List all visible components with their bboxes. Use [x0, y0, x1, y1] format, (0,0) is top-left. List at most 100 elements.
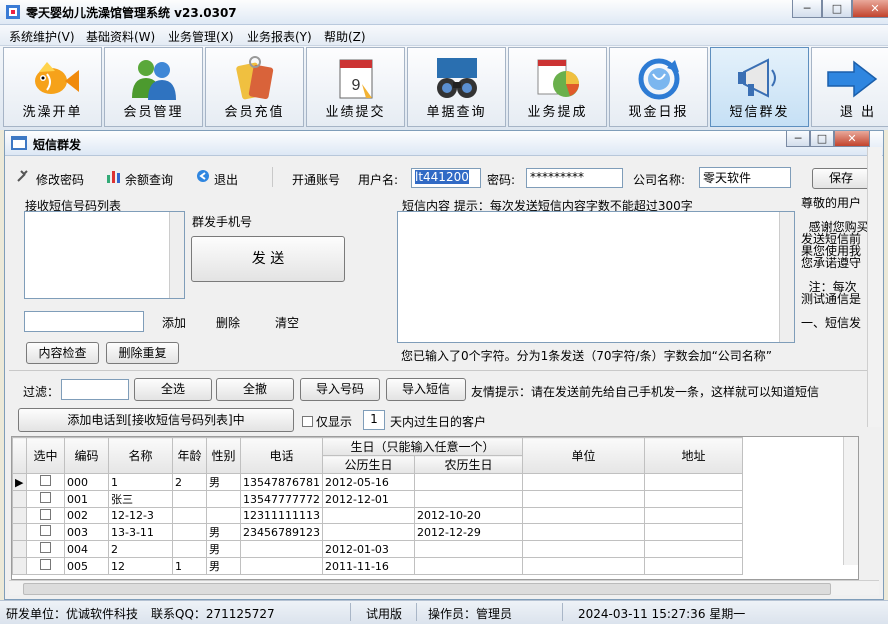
- table-row[interactable]: 003 13-3-11 男 23456789123 2012-12-29: [12, 523, 743, 541]
- cell-code: 002: [64, 507, 109, 524]
- users-icon: [131, 60, 176, 100]
- send-button[interactable]: 发 送: [191, 236, 345, 282]
- cell-age: [172, 540, 207, 558]
- toolbar-sms-broadcast[interactable]: 短信群发: [710, 47, 809, 127]
- delete-duplicates-button[interactable]: 删除重复: [106, 342, 179, 364]
- cell-solar: 2012-01-03: [321, 540, 415, 558]
- cell-age: [172, 523, 207, 541]
- content-check-button[interactable]: 内容检查: [26, 342, 99, 364]
- toolbar-member-manage[interactable]: 会员管理: [104, 47, 203, 127]
- cell-gender: [206, 507, 241, 524]
- table-row[interactable]: 004 2 男 2012-01-03: [12, 540, 743, 558]
- menu-basic-data[interactable]: 基础资料(W): [86, 28, 155, 45]
- col-gender[interactable]: 性别: [206, 437, 241, 474]
- import-sms-button[interactable]: 导入短信: [386, 378, 466, 401]
- row-indicator-header: [12, 437, 27, 474]
- receive-number-list[interactable]: [24, 211, 185, 299]
- menu-reports[interactable]: 业务报表(Y): [247, 28, 312, 45]
- save-button[interactable]: 保存: [812, 168, 870, 189]
- username-input[interactable]: lt441200: [411, 168, 481, 188]
- password-input[interactable]: *********: [526, 168, 623, 188]
- col-unit[interactable]: 单位: [521, 437, 645, 474]
- minimize-button[interactable]: ─: [792, 0, 822, 18]
- close-button[interactable]: ✕: [852, 0, 888, 18]
- col-lunar-birthday[interactable]: 农历生日: [413, 455, 523, 474]
- child-minimize-button[interactable]: ─: [786, 131, 810, 147]
- change-password-button[interactable]: 修改密码: [36, 171, 84, 188]
- toolbar-performance-submit[interactable]: 9 业绩提交: [306, 47, 405, 127]
- col-solar-birthday[interactable]: 公历生日: [321, 455, 415, 474]
- col-age[interactable]: 年龄: [172, 437, 207, 474]
- days-input[interactable]: 1: [363, 410, 385, 430]
- col-address[interactable]: 地址: [643, 437, 743, 474]
- import-numbers-button[interactable]: 导入号码: [300, 378, 380, 401]
- toolbar-commission[interactable]: 业务提成: [508, 47, 607, 127]
- scrollbar-thumb[interactable]: [23, 583, 831, 595]
- row-checkbox[interactable]: [26, 490, 65, 508]
- list-scrollbar[interactable]: [169, 212, 184, 298]
- add-to-receive-list-button[interactable]: 添加电话到[接收短信号码列表]中: [18, 408, 294, 432]
- row-checkbox[interactable]: [26, 507, 65, 524]
- section-divider: [9, 370, 867, 371]
- balance-query-button[interactable]: 余额查询: [125, 171, 173, 188]
- exit-button[interactable]: 退出: [214, 171, 238, 188]
- toolbar-document-query[interactable]: 单据查询: [407, 47, 506, 127]
- table-row[interactable]: ▶ 000 1 2 男 13547876781 2012-05-16: [12, 473, 743, 491]
- row-checkbox[interactable]: [26, 523, 65, 541]
- maximize-button[interactable]: □: [822, 0, 852, 18]
- content-scrollbar[interactable]: [779, 212, 794, 342]
- phone-number-input[interactable]: [24, 311, 144, 332]
- col-code[interactable]: 编码: [64, 437, 109, 474]
- filter-input[interactable]: [61, 379, 129, 400]
- goldfish-icon: [34, 62, 79, 94]
- open-account-button[interactable]: 开通账号: [292, 171, 340, 188]
- filter-label: 过滤：: [23, 385, 60, 399]
- menu-business[interactable]: 业务管理(X): [168, 28, 234, 45]
- toolbar-label: 单据查询: [426, 105, 487, 120]
- deselect-all-button[interactable]: 全撤: [216, 378, 294, 401]
- toolbar-member-recharge[interactable]: 会员充值: [205, 47, 304, 127]
- child-maximize-button[interactable]: □: [810, 131, 834, 147]
- window-vertical-scrollbar[interactable]: [867, 147, 882, 427]
- col-name[interactable]: 名称: [108, 437, 173, 474]
- cell-unit: [521, 473, 645, 491]
- table-row[interactable]: 002 12-12-3 12311111113 2012-10-20: [12, 507, 743, 524]
- arrow-right-icon: [827, 60, 878, 98]
- row-checkbox[interactable]: [26, 540, 65, 558]
- toolbar-label: 会员充值: [224, 105, 285, 120]
- cell-unit: [521, 507, 645, 524]
- status-bar: 研发单位：优诚软件科技 联系QQ：271125727 试用版 操作员：管理员 2…: [0, 600, 888, 624]
- toolbar-cash-daily[interactable]: 现金日报: [609, 47, 708, 127]
- select-all-button[interactable]: 全选: [134, 378, 212, 401]
- grid-vertical-scrollbar[interactable]: [843, 437, 858, 565]
- status-divider: [416, 603, 417, 621]
- toolbar-exit[interactable]: 退 出: [811, 47, 888, 127]
- cell-phone: 23456789123: [240, 523, 323, 541]
- cell-age: [172, 507, 207, 524]
- row-header-cell: [12, 557, 27, 575]
- only-show-checkbox[interactable]: [302, 416, 313, 427]
- col-phone[interactable]: 电话: [240, 437, 323, 474]
- table-row[interactable]: 001 张三 13547777772 2012-12-01: [12, 490, 743, 508]
- delete-button[interactable]: 删除: [216, 314, 240, 331]
- table-row[interactable]: 005 12 1 男 2011-11-16: [12, 557, 743, 575]
- menu-help[interactable]: 帮助(Z): [324, 28, 366, 45]
- company-input[interactable]: 零天软件: [699, 167, 791, 188]
- row-checkbox[interactable]: [26, 473, 65, 491]
- horizontal-scrollbar[interactable]: [9, 580, 879, 595]
- username-value: lt441200: [415, 170, 469, 184]
- child-close-button[interactable]: ✕: [834, 131, 870, 147]
- clear-button[interactable]: 清空: [275, 314, 299, 331]
- sms-window: 短信群发 ─ □ ✕ 修改密码 余额查询 退出 开通账号 用户名: lt4412…: [4, 130, 884, 600]
- col-select[interactable]: 选中: [26, 437, 65, 474]
- cell-address: [643, 540, 743, 558]
- cell-address: [643, 523, 743, 541]
- add-button[interactable]: 添加: [162, 314, 186, 331]
- sms-content-textarea[interactable]: [397, 211, 795, 343]
- row-checkbox[interactable]: [26, 557, 65, 575]
- globe-refresh-icon: [638, 58, 679, 100]
- cell-name: 2: [108, 540, 173, 558]
- menu-system[interactable]: 系统维护(V): [9, 28, 75, 45]
- toolbar-bath-order[interactable]: 洗澡开单: [3, 47, 102, 127]
- cell-address: [643, 490, 743, 508]
